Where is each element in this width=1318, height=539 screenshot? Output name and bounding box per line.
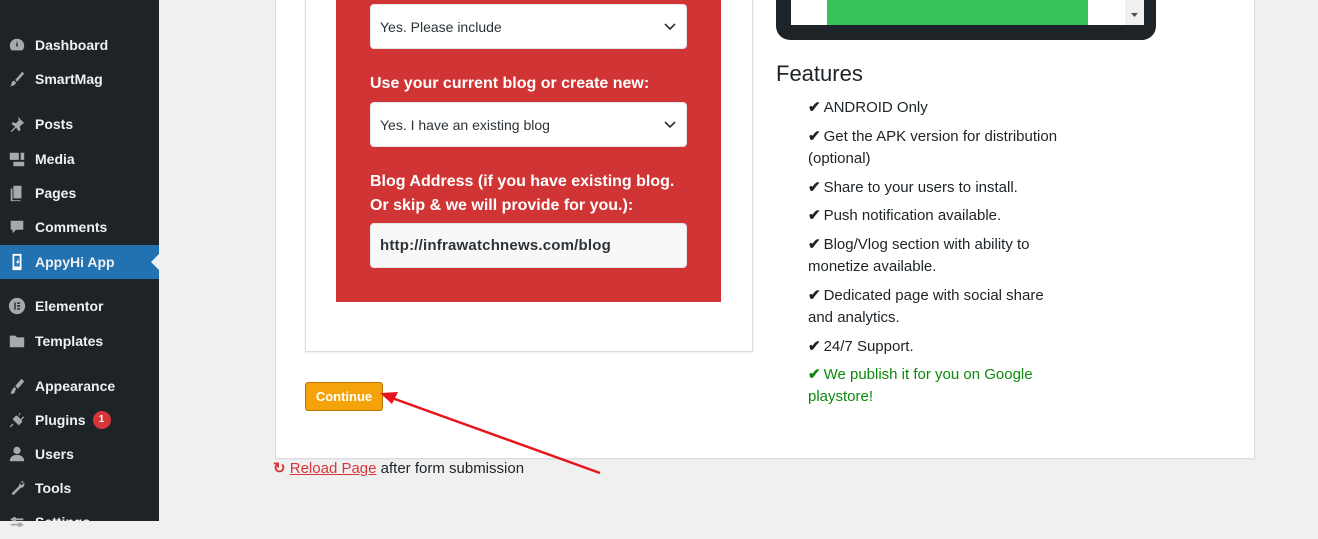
feature-item: ✔ Push notification available. bbox=[808, 207, 1002, 224]
media-icon bbox=[8, 150, 26, 168]
check-icon: ✔ bbox=[808, 287, 821, 304]
feature-item-highlight: ✔ We publish it for you on Google playsto… bbox=[808, 366, 1033, 405]
dashboard-icon bbox=[8, 36, 26, 54]
plugins-update-badge: 1 bbox=[92, 411, 111, 429]
sidebar-item-label: Tools bbox=[35, 480, 72, 496]
refresh-icon: ↻ bbox=[273, 460, 286, 477]
sidebar-item-label: Appearance bbox=[35, 378, 116, 394]
blog-address-input[interactable]: http://infrawatchnews.com/blog bbox=[370, 223, 687, 268]
sidebar-item-label: Pages bbox=[35, 185, 77, 201]
feature-item: ✔ 24/7 Support. bbox=[808, 338, 914, 355]
sidebar-item-templates[interactable]: Templates bbox=[0, 324, 159, 358]
tools-icon bbox=[8, 479, 26, 497]
plugin-icon bbox=[8, 411, 26, 429]
sidebar-item-posts[interactable]: Posts bbox=[0, 107, 159, 141]
check-icon: ✔ bbox=[808, 338, 821, 355]
sidebar-item-label: Settings bbox=[35, 514, 91, 530]
sidebar-item-label: Templates bbox=[35, 333, 104, 349]
sidebar-item-label: Dashboard bbox=[35, 37, 109, 53]
features-title: Features bbox=[776, 61, 863, 86]
scroll-down-icon bbox=[1131, 13, 1138, 17]
check-icon: ✔ bbox=[808, 99, 821, 116]
sidebar-item-media[interactable]: Media bbox=[0, 142, 159, 176]
check-icon: ✔ bbox=[808, 366, 821, 383]
sidebar-item-label: SmartMag bbox=[35, 71, 103, 87]
feature-item: ✔ Blog/Vlog section with ability to monet… bbox=[808, 236, 1030, 275]
continue-button[interactable]: Continue bbox=[305, 382, 383, 411]
reload-note: ↻ Reload Page after form submission bbox=[273, 459, 524, 477]
folder-icon bbox=[8, 332, 26, 350]
feature-item: ✔ Share to your users to install. bbox=[808, 179, 1018, 196]
settings-icon bbox=[8, 513, 26, 531]
include-select-value: Yes. Please include bbox=[380, 18, 502, 35]
phone-icon bbox=[8, 253, 26, 271]
sidebar-item-label: Media bbox=[35, 151, 75, 167]
blog-address-label: Blog Address (if you have existing blog.… bbox=[370, 173, 675, 214]
elementor-icon bbox=[8, 297, 26, 315]
users-icon bbox=[8, 445, 26, 463]
sidebar-item-settings[interactable]: Settings bbox=[0, 505, 159, 539]
chevron-down-icon bbox=[664, 121, 676, 129]
blog-choice-label: Use your current blog or create new: bbox=[370, 75, 650, 92]
admin-sidebar: Dashboard SmartMag Posts Media Pages Com… bbox=[0, 0, 159, 530]
check-icon: ✔ bbox=[808, 207, 821, 224]
reload-note-text: after form submission bbox=[380, 460, 525, 477]
phone-preview-scrollbar[interactable] bbox=[1125, 0, 1144, 25]
sidebar-item-comments[interactable]: Comments bbox=[0, 210, 159, 244]
feature-item: ✔ ANDROID Only bbox=[808, 99, 928, 116]
sidebar-item-label: Posts bbox=[35, 116, 74, 132]
chevron-down-icon bbox=[664, 23, 676, 31]
sidebar-item-tools[interactable]: Tools bbox=[0, 471, 159, 505]
pages-icon bbox=[8, 184, 26, 202]
brush-icon bbox=[8, 70, 26, 88]
sidebar-item-appyhi-app[interactable]: AppyHi App bbox=[0, 245, 159, 279]
include-select[interactable]: Yes. Please include bbox=[370, 4, 687, 49]
sidebar-item-label: Plugins bbox=[35, 412, 86, 428]
sidebar-item-label: Elementor bbox=[35, 298, 104, 314]
check-icon: ✔ bbox=[808, 128, 821, 145]
check-icon: ✔ bbox=[808, 179, 821, 196]
feature-item: ✔ Dedicated page with social share and an… bbox=[808, 287, 1044, 326]
sidebar-item-elementor[interactable]: Elementor bbox=[0, 289, 159, 323]
sidebar-item-label: Comments bbox=[35, 219, 108, 235]
feature-item: ✔ Get the APK version for distribution (o… bbox=[808, 128, 1058, 167]
phone-preview-banner bbox=[827, 0, 1088, 25]
reload-page-link[interactable]: Reload Page bbox=[290, 460, 377, 477]
blog-choice-select-value: Yes. I have an existing blog bbox=[380, 116, 550, 133]
blog-choice-select[interactable]: Yes. I have an existing blog bbox=[370, 102, 687, 147]
sidebar-item-dashboard[interactable]: Dashboard bbox=[0, 28, 159, 62]
sidebar-item-label: AppyHi App bbox=[35, 254, 115, 270]
appearance-icon bbox=[8, 377, 26, 395]
check-icon: ✔ bbox=[808, 236, 821, 253]
pin-icon bbox=[8, 115, 26, 133]
sidebar-item-plugins[interactable]: Plugins 1 bbox=[0, 403, 159, 437]
sidebar-item-users[interactable]: Users bbox=[0, 437, 159, 471]
sidebar-item-label: Users bbox=[35, 446, 74, 462]
sidebar-item-pages[interactable]: Pages bbox=[0, 176, 159, 210]
sidebar-item-smartmag[interactable]: SmartMag bbox=[0, 62, 159, 96]
sidebar-item-appearance[interactable]: Appearance bbox=[0, 369, 159, 403]
comments-icon bbox=[8, 218, 26, 236]
